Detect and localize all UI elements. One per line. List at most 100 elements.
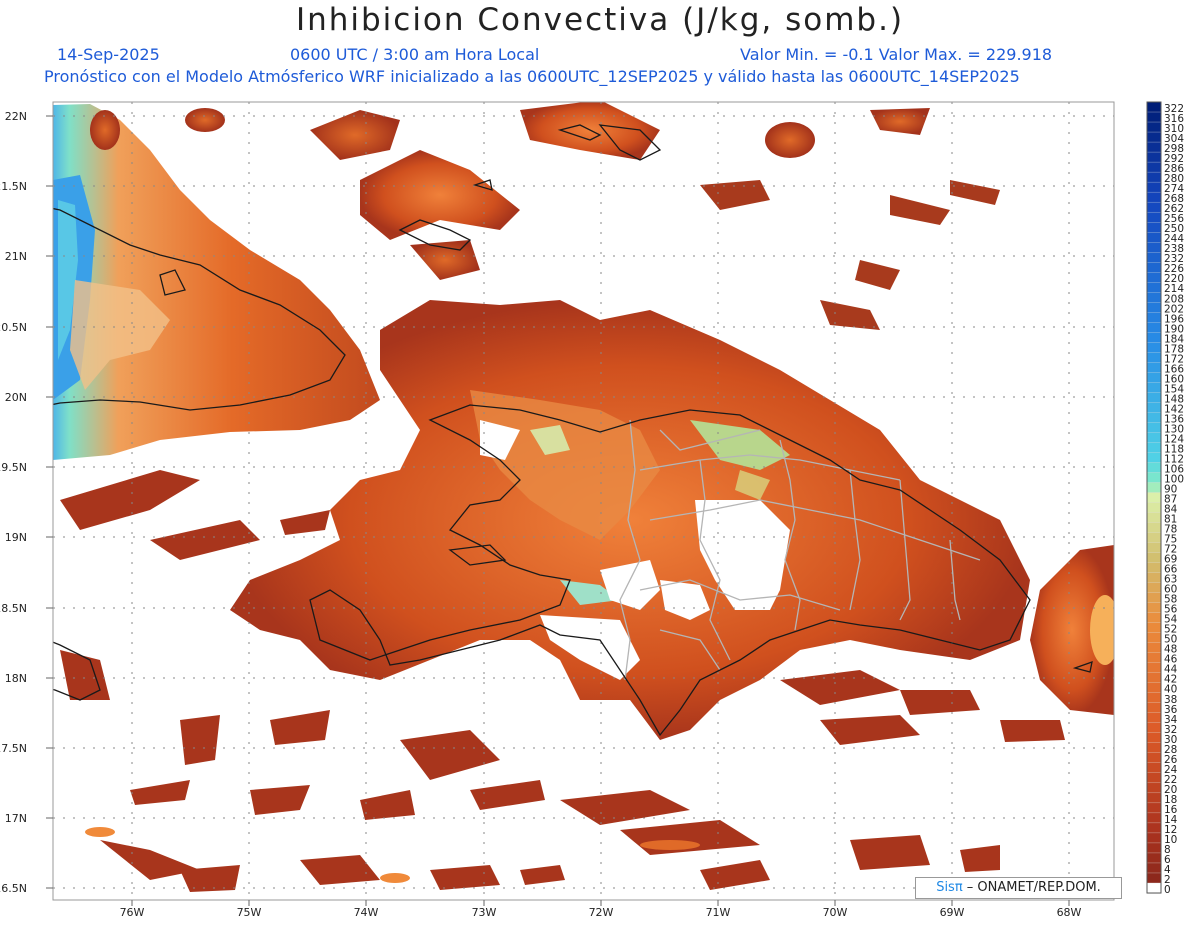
colorbar-swatch [1146,312,1162,323]
colorbar-swatch [1146,512,1162,524]
colorbar-swatch [1146,171,1162,183]
colorbar-swatch [1146,752,1162,764]
colorbar-swatch [1146,822,1162,834]
colorbar-swatch [1146,542,1162,554]
lat-label: 21N [5,250,27,263]
colorbar-swatch [1146,552,1162,564]
lon-label: 68W [1057,906,1082,919]
colorbar: 3223163103042982922862802742682622562502… [1146,101,1184,896]
colorbar-swatch [1146,502,1162,514]
lat-label: 16.5N [0,882,27,895]
credit-sis: Sisπ [936,880,963,895]
colorbar-swatch [1146,392,1162,404]
colorbar-swatch [1146,412,1162,424]
colorbar-swatch [1146,802,1162,814]
colorbar-swatch [1146,161,1162,173]
colorbar-swatch [1146,742,1162,754]
colorbar-swatch [1146,422,1162,434]
colorbar-swatch [1146,191,1162,203]
colorbar-swatch [1146,642,1162,654]
colorbar-swatch [1146,702,1162,714]
colorbar-swatch [1146,101,1162,113]
colorbar-swatch [1146,151,1162,163]
lon-label: 76W [120,906,145,919]
colorbar-swatch [1146,612,1162,624]
colorbar-swatch [1146,252,1162,263]
lon-label: 69W [940,906,965,919]
colorbar-swatch [1146,862,1162,874]
colorbar-swatch [1146,452,1162,464]
colorbar-label: 0 [1164,884,1171,896]
colorbar-swatch [1146,382,1162,394]
colorbar-swatch [1146,592,1162,604]
colorbar-swatch [1146,121,1162,133]
colorbar-swatch [1146,242,1162,253]
lat-label: 20.5N [0,321,27,334]
credit-box: Sisπ – ONAMET/REP.DOM. [915,877,1122,899]
colorbar-swatch [1146,632,1162,644]
colorbar-swatch [1146,352,1162,363]
lat-label: 20N [5,391,27,404]
colorbar-swatch [1146,181,1162,193]
colorbar-swatch [1146,211,1162,223]
lon-label: 70W [823,906,848,919]
colorbar-swatch [1146,141,1162,153]
colorbar-swatch [1146,732,1162,744]
colorbar-swatch [1146,842,1162,854]
colorbar-swatch [1146,602,1162,614]
colorbar-swatch [1146,582,1162,594]
colorbar-swatch [1146,462,1162,474]
colorbar-swatch [1146,852,1162,864]
longitude-labels: 76W 75W 74W 73W 72W 71W 70W 69W 68W [120,900,1082,919]
colorbar-swatch [1146,692,1162,704]
lon-label: 72W [589,906,614,919]
lat-label: 18N [5,672,27,685]
lon-label: 74W [354,906,379,919]
lat-label: 18.5N [0,602,27,615]
colorbar-swatch [1146,712,1162,724]
colorbar-swatch [1146,522,1162,534]
lat-label: 17N [5,812,27,825]
colorbar-swatch [1146,362,1162,373]
colorbar-swatch [1146,572,1162,584]
colorbar-swatch [1146,402,1162,414]
lat-label: 22N [5,110,27,123]
colorbar-swatch [1146,372,1162,384]
colorbar-swatch [1146,131,1162,143]
colorbar-swatch [1146,472,1162,484]
colorbar-swatch [1146,832,1162,844]
cin-map: 22N 21.5N 21N 20.5N 20N 19.5N 19N 18.5N 18N 17.5N… [0,101,1184,919]
colorbar-swatch [1146,482,1162,494]
colorbar-swatch [1146,302,1162,313]
colorbar-swatch [1146,292,1162,303]
colorbar-swatch [1146,812,1162,824]
colorbar-swatch [1146,672,1162,684]
colorbar-swatch [1146,222,1162,233]
lon-label: 71W [706,906,731,919]
colorbar-swatch [1146,622,1162,634]
colorbar-swatch [1146,432,1162,444]
colorbar-swatch [1146,652,1162,664]
colorbar-swatch [1146,201,1162,213]
colorbar-swatch [1146,782,1162,794]
colorbar-swatch [1146,111,1162,123]
colorbar-swatch [1146,232,1162,243]
colorbar-swatch [1146,282,1162,293]
colorbar-swatch [1146,722,1162,734]
lat-label: 21.5N [0,180,27,193]
colorbar-swatch [1146,262,1162,273]
colorbar-swatch [1146,562,1162,574]
colorbar-swatch [1146,532,1162,544]
colorbar-swatch [1146,442,1162,454]
lat-label: 17.5N [0,742,27,755]
colorbar-swatch [1146,872,1162,884]
colorbar-swatch [1146,772,1162,784]
colorbar-swatch [1146,762,1162,774]
colorbar-swatch [1146,792,1162,804]
lon-label: 75W [237,906,262,919]
colorbar-swatch [1146,342,1162,353]
colorbar-swatch [1146,492,1162,504]
lon-label: 73W [472,906,497,919]
colorbar-swatch [1146,322,1162,333]
lat-label: 19N [5,531,27,544]
